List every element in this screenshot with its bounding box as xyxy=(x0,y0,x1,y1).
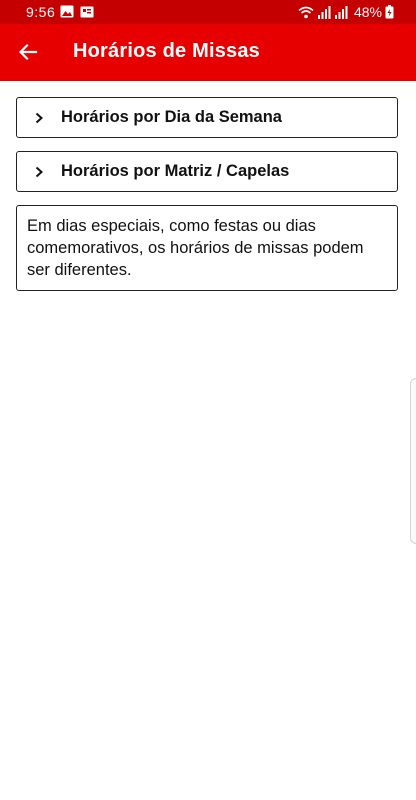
section-label: Horários por Dia da Semana xyxy=(61,108,282,126)
info-note: Em dias especiais, como festas ou dias c… xyxy=(16,205,398,291)
signal-icon xyxy=(334,5,348,19)
edge-panel-handle[interactable] xyxy=(410,378,416,544)
section-label: Horários por Matriz / Capelas xyxy=(61,162,290,180)
signal-icon xyxy=(317,5,331,19)
back-button[interactable] xyxy=(16,40,40,64)
wifi-icon xyxy=(298,6,314,18)
chevron-right-icon xyxy=(35,112,43,124)
status-time: 9:56 xyxy=(26,4,56,20)
app-bar: Horários de Missas xyxy=(0,24,416,81)
section-church-schedule[interactable]: Horários por Matriz / Capelas xyxy=(16,151,398,192)
section-weekday-schedule[interactable]: Horários por Dia da Semana xyxy=(16,97,398,138)
status-notification-icons xyxy=(60,5,94,18)
chevron-right-icon xyxy=(35,166,43,178)
status-bar: 9:56 48% xyxy=(0,0,416,24)
arrow-left-icon xyxy=(18,43,38,61)
image-icon xyxy=(60,5,74,18)
page-title: Horários de Missas xyxy=(73,40,261,62)
battery-level: 48% xyxy=(353,4,382,20)
notification-icon xyxy=(80,6,94,18)
status-system-icons: 48% xyxy=(298,4,394,20)
battery-icon xyxy=(385,5,394,19)
